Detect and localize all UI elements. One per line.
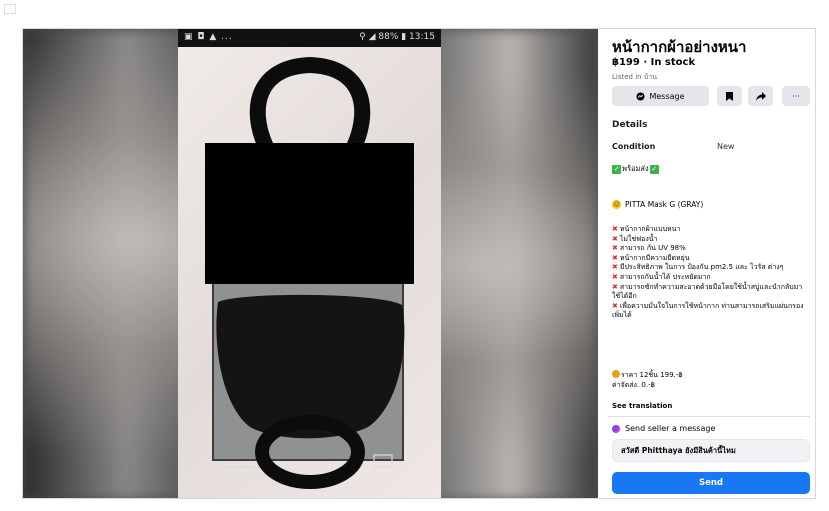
feature-text: สามารถซักทำความสะอาดด้วยมือโดยใช้น้ำสบู่… (612, 282, 803, 301)
feature-text: มีประสิทธิภาพ ในการ ป้องกัน pm2.5 และ ไว… (619, 263, 784, 272)
price-line-text: ราคา 12ชิ้น 199.-฿ (621, 371, 683, 379)
feature-list: ✖ หน้ากากผ้าแบบหนา ✖ ไม่ใช่ฟองน้ำ ✖ สามารถ … (612, 225, 812, 321)
cross-mark-icon: ✖ (612, 272, 618, 281)
shipping-line: ค่าจัดส่ง. 0.-฿ (612, 381, 656, 389)
ready-to-ship-line: ✓ พร้อมส่ง ✓ (612, 163, 659, 175)
cross-mark-icon: ✖ (612, 263, 618, 272)
product-name-line: ☺ PITTA Mask G (GRAY) (612, 200, 703, 209)
feature-text: ไม่ใช่ฟองน้ำ (619, 234, 658, 243)
phone-status-bar: ▣ ◘ ▲ ... ⚲ ◢ 88% ▮ 13:15 (178, 29, 441, 47)
feature-item: ✖ สามารถกันน้ำได้ ประหยัดมาก (612, 273, 812, 283)
feature-item: ✖ ไม่ใช่ฟองน้ำ (612, 235, 812, 245)
cross-mark-icon: ✖ (612, 282, 618, 291)
send-message-heading: Send seller a message (612, 424, 715, 433)
message-input[interactable]: สวัสดี Phitthaya ยังมีสินค้านี้ไหม (612, 439, 810, 462)
feature-text: สามารถ กัน UV 98% (619, 244, 686, 253)
feature-text: เพื่อความมั่นใจในการใช้หน้ากาก ท่านสามาร… (612, 301, 804, 320)
cross-mark-icon: ✖ (612, 244, 618, 253)
feature-item: ✖ หน้ากากผ้าแบบหนา (612, 225, 812, 235)
pricing-block: ราคา 12ชิ้น 199.-฿ ค่าจัดส่ง. 0.-฿ (612, 370, 683, 390)
feature-item: ✖ สามารถซักทำความสะอาดด้วยมือโดยใช้น้ำสบู… (612, 283, 812, 302)
listing-location[interactable]: Listed in บ้าน (612, 72, 657, 83)
check-mark-icon: ✓ (612, 164, 621, 174)
condition-value: New (717, 142, 735, 151)
listing-title: หน้ากากผ้าอย่างหนา (612, 38, 747, 56)
see-translation-link[interactable]: See translation (612, 402, 672, 410)
feature-text: หน้ากากมีความยืดหยุ่น (619, 253, 690, 262)
redaction-box (205, 143, 414, 284)
message-button-label: Message (649, 91, 685, 101)
feature-item: ✖ หน้ากากมีความยืดหยุ่น (612, 254, 812, 264)
viewer-left-shade (23, 29, 178, 498)
send-button[interactable]: Send (612, 472, 810, 494)
cross-mark-icon: ✖ (612, 253, 618, 262)
check-mark-icon: ✓ (649, 164, 659, 174)
more-options-button[interactable]: ··· (782, 86, 810, 106)
marketplace-item-window: ▣ ◘ ▲ ... ⚲ ◢ 88% ▮ 13:15 หน้ากากผ้าอย่า… (22, 28, 816, 499)
phone-status-right: ⚲ ◢ 88% ▮ 13:15 (359, 32, 435, 42)
cross-mark-icon: ✖ (612, 234, 618, 243)
feature-item: ✖ มีประสิทธิภาพ ในการ ป้องกัน pm2.5 และ ไ… (612, 263, 812, 273)
feature-text: สามารถกันน้ำได้ ประหยัดมาก (619, 272, 711, 281)
cross-mark-icon: ✖ (612, 225, 618, 233)
condition-label: Condition (612, 142, 656, 151)
cross-mark-icon: ✖ (612, 301, 618, 310)
messenger-icon (612, 424, 620, 433)
photo-viewer[interactable]: ▣ ◘ ▲ ... ⚲ ◢ 88% ▮ 13:15 (23, 29, 598, 498)
smiley-icon: ☺ (612, 200, 621, 209)
money-bag-icon (612, 370, 620, 378)
listing-photo[interactable]: ▣ ◘ ▲ ... ⚲ ◢ 88% ▮ 13:15 (178, 29, 441, 498)
listing-details-panel: หน้ากากผ้าอย่างหนา ฿199 · In stock Liste… (598, 29, 815, 498)
listing-price-status: ฿199 · In stock (612, 57, 696, 68)
feature-item: ✖ สามารถ กัน UV 98% (612, 244, 812, 254)
send-message-heading-text: Send seller a message (625, 424, 716, 433)
divider (608, 416, 810, 417)
share-button[interactable] (748, 86, 773, 106)
feature-item: ✖ เพื่อความมั่นใจในการใช้หน้ากาก ท่านสามา… (612, 302, 812, 321)
window-edge-marker (4, 4, 16, 14)
share-icon (755, 91, 766, 101)
bookmark-icon (726, 91, 733, 101)
details-heading: Details (612, 120, 648, 130)
messenger-icon (636, 91, 646, 101)
ready-to-ship-text: พร้อมส่ง (622, 164, 649, 173)
listing-actions: Message ··· (612, 86, 810, 106)
save-button[interactable] (717, 86, 742, 106)
price-line: ราคา 12ชิ้น 199.-฿ (612, 370, 683, 380)
phone-status-left: ▣ ◘ ▲ ... (184, 32, 233, 42)
product-name: PITTA Mask G (GRAY) (625, 200, 704, 209)
feature-text: หน้ากากผ้าแบบหนา (619, 225, 681, 233)
message-button[interactable]: Message (612, 86, 709, 106)
